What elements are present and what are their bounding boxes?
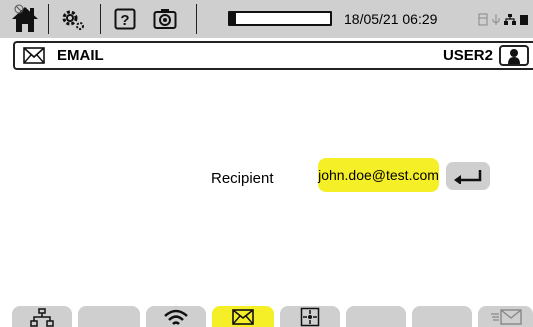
progress-fill [230, 13, 236, 24]
progress-bar [228, 11, 332, 26]
separator [100, 4, 101, 34]
email-settings-panel: Recipient john.doe@test.com [0, 74, 533, 294]
tab-7[interactable] [412, 306, 472, 327]
page-title: EMAIL [57, 47, 104, 64]
battery-icon [520, 14, 528, 25]
envelope-icon [232, 308, 254, 325]
recipient-label: Recipient [211, 170, 274, 187]
tab-network[interactable] [12, 306, 72, 327]
send-mail-icon [490, 308, 522, 325]
network-icon [30, 307, 54, 327]
status-icons [478, 0, 529, 38]
tab-2[interactable] [78, 306, 140, 327]
home-icon [12, 4, 38, 32]
user-icon [508, 48, 520, 64]
tab-6[interactable] [346, 306, 406, 327]
screenshot-button[interactable] [150, 0, 180, 38]
home-button[interactable] [8, 0, 42, 38]
network-icon [504, 13, 516, 25]
camera-icon [153, 9, 177, 29]
help-button[interactable]: ? [112, 0, 138, 38]
usb-icon [492, 13, 500, 25]
enter-button[interactable] [446, 162, 490, 190]
title-bar: EMAIL USER2 [13, 41, 533, 70]
status-bar: ? 18/05/21 06:29 [0, 0, 533, 38]
target-icon [300, 307, 320, 326]
help-icon: ? [114, 8, 136, 30]
wifi-icon [164, 309, 188, 325]
storage-icon [478, 13, 488, 25]
tab-send-mail[interactable] [478, 306, 533, 327]
user-button[interactable] [499, 45, 529, 66]
tab-email[interactable] [212, 306, 274, 327]
separator [196, 4, 197, 34]
tab-wifi[interactable] [146, 306, 206, 327]
recipient-input[interactable]: john.doe@test.com [318, 158, 439, 192]
tab-target[interactable] [280, 306, 340, 327]
tab-bar [0, 306, 533, 327]
help-label: ? [120, 12, 129, 29]
enter-icon [454, 170, 482, 184]
datetime: 18/05/21 06:29 [344, 11, 438, 27]
gear-icon [62, 10, 84, 30]
separator [48, 4, 49, 34]
user-name: USER2 [442, 47, 493, 64]
settings-button[interactable] [58, 0, 88, 38]
envelope-icon [23, 47, 45, 64]
